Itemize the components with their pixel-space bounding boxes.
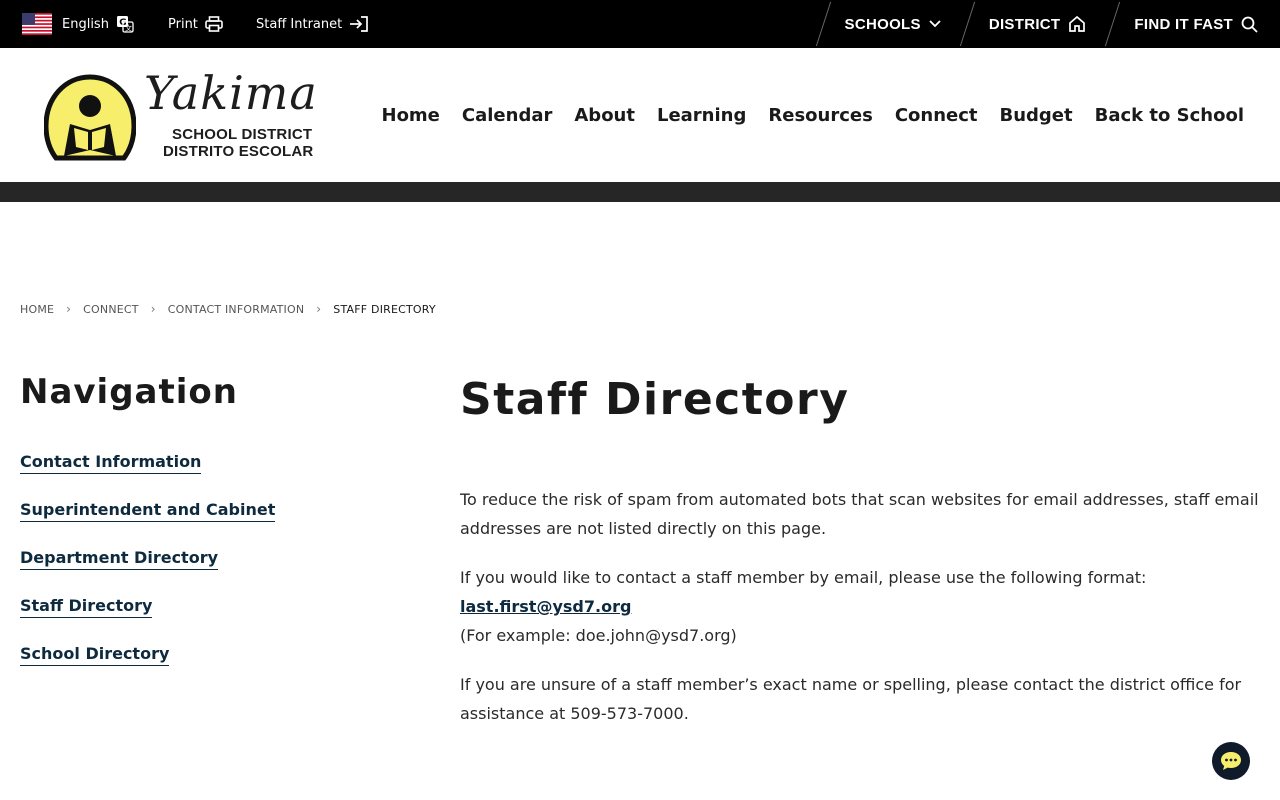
staff-intranet-label: Staff Intranet [256,16,343,32]
printer-icon [205,16,223,32]
sign-in-icon [349,15,369,33]
breadcrumb-home[interactable]: HOME [20,303,54,316]
district-emblem-icon [44,74,136,161]
nav-resources[interactable]: Resources [768,105,872,126]
us-flag-icon [22,13,52,35]
district-office-paragraph: If you are unsure of a staff member’s ex… [460,675,1242,723]
nav-back-to-school[interactable]: Back to School [1095,105,1244,126]
logo-line-2: DISTRITO ESCOLAR [163,143,314,160]
language-label: English [62,16,109,32]
logo-line-1: SCHOOL DISTRICT [172,126,313,143]
nav-about[interactable]: About [574,105,635,126]
email-format-paragraph: If you would like to contact a staff mem… [460,563,1260,650]
sidebar-item-school-directory[interactable]: School Directory [20,644,170,666]
chat-button[interactable] [1212,742,1250,780]
find-it-fast-menu[interactable]: FIND IT FAST [1108,0,1280,48]
chevron-right-icon: › [66,302,72,316]
nav-calendar[interactable]: Calendar [462,105,552,126]
schools-menu[interactable]: SCHOOLS [819,0,963,48]
district-label: DISTRICT [988,15,1061,33]
district-logo[interactable]: Yakima SCHOOL DISTRICT DISTRITO ESCOLAR [44,66,317,162]
breadcrumb-connect[interactable]: CONNECT [83,303,139,316]
breadcrumb-current: STAFF DIRECTORY [333,302,436,316]
sidebar-item-contact-information[interactable]: Contact Information [20,452,202,474]
print-link[interactable]: Print [168,0,223,48]
language-selector[interactable]: English G文 [22,0,134,48]
sidebar-item-superintendent-and-cabinet[interactable]: Superintendent and Cabinet [20,500,276,522]
search-icon [1241,16,1258,33]
site-header: Yakima SCHOOL DISTRICT DISTRITO ESCOLAR … [0,48,1280,182]
breadcrumb: HOME › CONNECT › CONTACT INFORMATION › S… [20,302,436,316]
chevron-down-icon [929,20,941,28]
nav-connect[interactable]: Connect [895,105,978,126]
nav-learning[interactable]: Learning [657,105,746,126]
print-label: Print [168,16,198,32]
header-divider-band [0,182,1280,202]
schools-label: SCHOOLS [844,15,921,33]
nav-home[interactable]: Home [382,105,440,126]
nav-budget[interactable]: Budget [1000,105,1073,126]
email-format-link[interactable]: last.first@ysd7.org [460,597,631,616]
translate-icon: G文 [116,15,134,33]
svg-text:文: 文 [125,24,132,33]
main-content: To reduce the risk of spam from automate… [460,485,1260,748]
home-icon [1068,15,1086,33]
chevron-right-icon: › [316,302,322,316]
sidebar-item-staff-directory[interactable]: Staff Directory [20,596,153,618]
chat-icon [1221,752,1241,770]
district-menu[interactable]: DISTRICT [963,0,1109,48]
logo-wordmark: Yakima [144,66,318,120]
page-title: Staff Directory [460,374,850,425]
chevron-right-icon: › [150,302,156,316]
sidebar-navigation: Contact Information Superintendent and C… [20,452,276,692]
staff-intranet-link[interactable]: Staff Intranet [256,0,369,48]
utility-bar: English G文 Print Staff Intranet SCHOOLS … [0,0,1280,48]
sidebar-title: Navigation [20,372,238,412]
spam-notice-paragraph: To reduce the risk of spam from automate… [460,490,1259,538]
main-navigation: Home Calendar About Learning Resources C… [360,48,1245,182]
breadcrumb-contact-information[interactable]: CONTACT INFORMATION [168,303,305,316]
utility-right-menu: SCHOOLS DISTRICT FIND IT FAST [819,0,1280,48]
find-it-fast-label: FIND IT FAST [1134,15,1233,33]
email-example: (For example: doe.john@ysd7.org) [460,626,737,645]
email-format-intro: If you would like to contact a staff mem… [460,568,1147,587]
sidebar-item-department-directory[interactable]: Department Directory [20,548,219,570]
